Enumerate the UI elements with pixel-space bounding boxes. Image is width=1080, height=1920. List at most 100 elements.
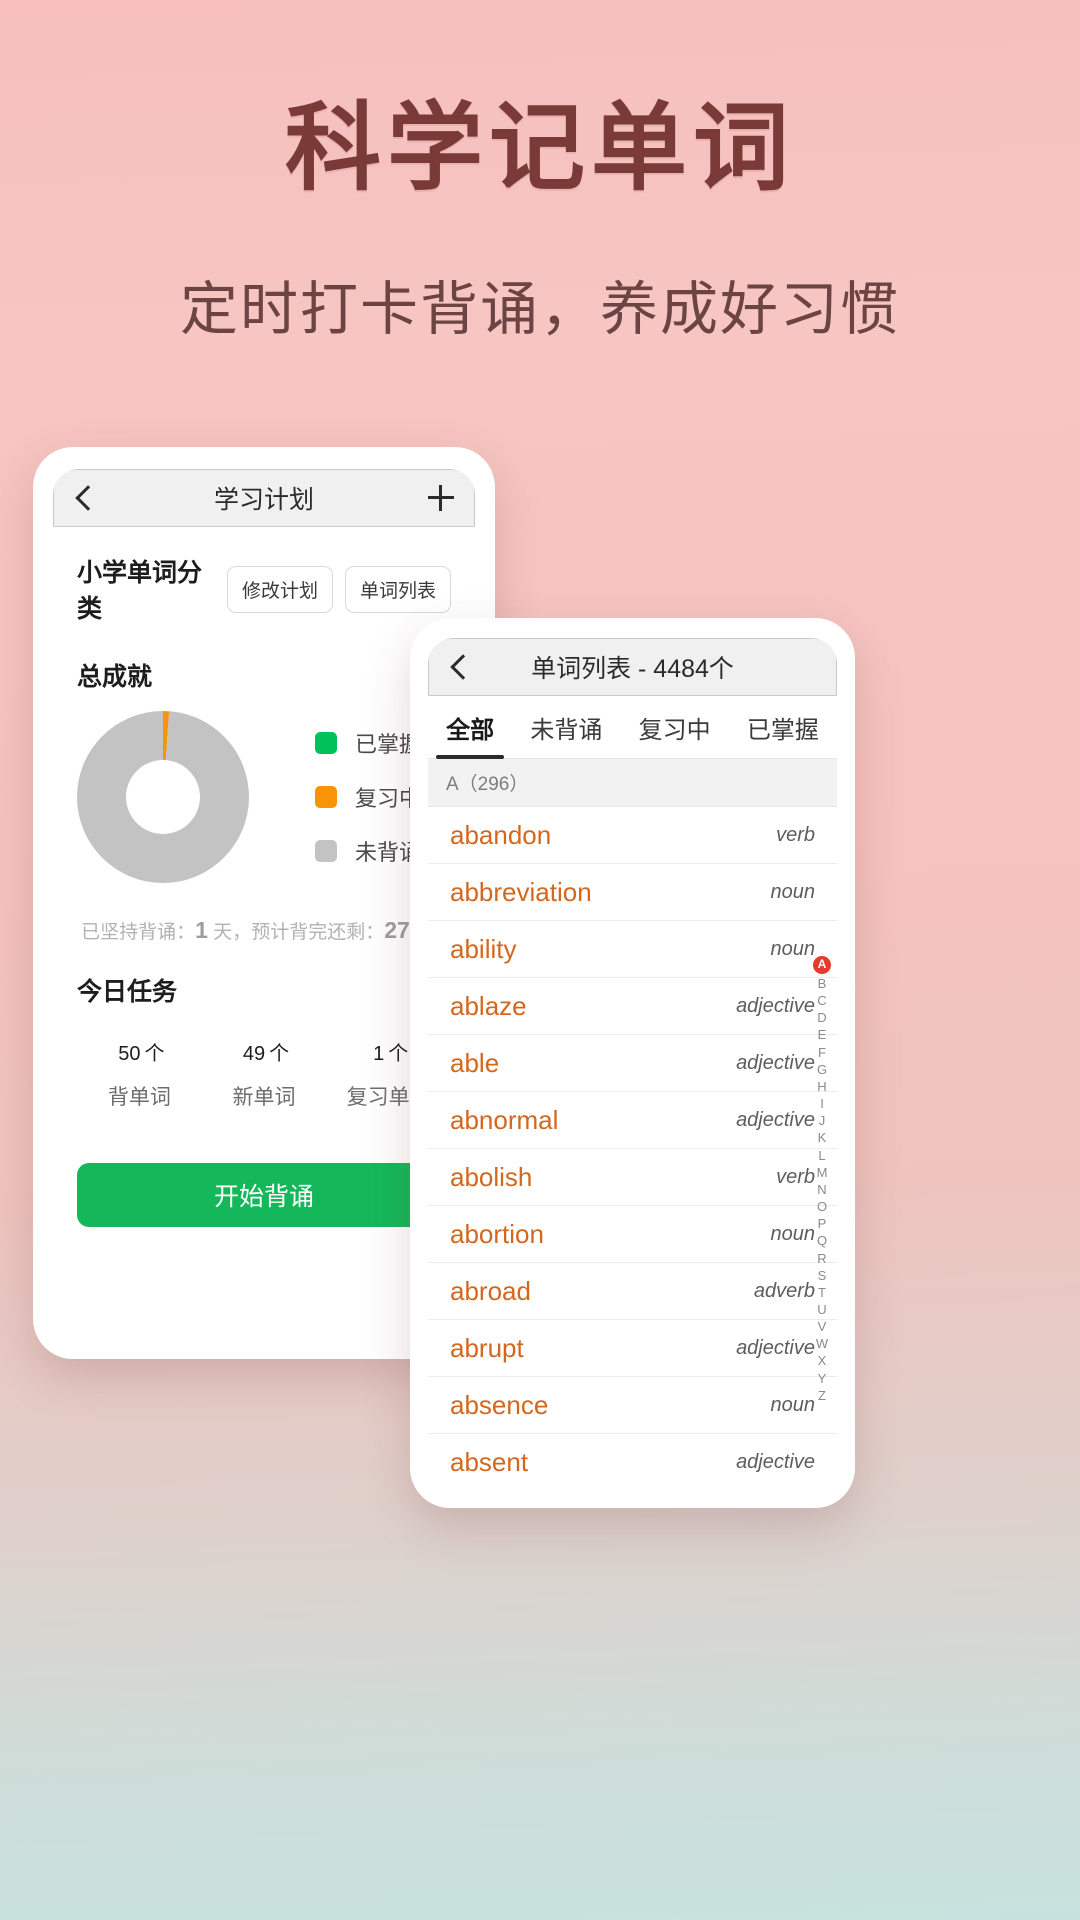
alpha-index-letter[interactable]: I: [820, 1095, 824, 1112]
list-item[interactable]: abroad adverb: [428, 1263, 837, 1320]
today-task-title: 今日任务: [77, 978, 178, 1006]
task-unit-review: 个: [388, 1043, 409, 1065]
tab-all[interactable]: 全部: [436, 710, 505, 759]
alpha-index-letter[interactable]: A: [813, 956, 831, 974]
alpha-index-letter[interactable]: T: [818, 1284, 826, 1301]
word-pos: noun: [770, 1393, 816, 1416]
word-text: abolish: [450, 1161, 533, 1192]
alpha-index-letter[interactable]: Y: [818, 1370, 827, 1387]
word-text: abbreviation: [450, 876, 592, 907]
word-pos: verb: [776, 823, 815, 846]
progress-donut-chart: [77, 711, 249, 883]
alpha-index-letter[interactable]: E: [818, 1026, 827, 1043]
task-number-recite: 50 个: [77, 1030, 202, 1069]
word-text: ablaze: [450, 990, 527, 1021]
edit-plan-button[interactable]: 修改计划: [226, 565, 333, 613]
word-text: abrupt: [450, 1332, 524, 1363]
list-item[interactable]: able adjective: [428, 1035, 837, 1092]
task-unit-recite: 个: [144, 1043, 165, 1065]
group-header: A（296）: [428, 759, 837, 807]
alpha-index-letter[interactable]: X: [818, 1352, 827, 1369]
task-unit-new: 个: [269, 1043, 290, 1065]
alpha-index-letter[interactable]: C: [817, 992, 826, 1009]
alpha-index-letter[interactable]: V: [818, 1318, 827, 1335]
task-item-recite: 50 个 背单词: [77, 1030, 202, 1111]
list-item[interactable]: ability noun: [428, 921, 837, 978]
alpha-index-letter[interactable]: J: [819, 1112, 826, 1129]
page-title: 科学记单词: [285, 95, 795, 202]
alpha-index-letter[interactable]: F: [818, 1044, 826, 1061]
phone-mockup-right: 单词列表 - 4484个 全部 未背诵 复习中 已掌握 A（296） aband…: [410, 618, 855, 1508]
persistence-text: 已坚持背诵：1 天，预计背完还剩：270 天: [77, 917, 451, 944]
persist-days: 1: [195, 917, 208, 943]
plan-actions: 修改计划 单词列表: [226, 565, 451, 613]
word-pos: adjective: [736, 1450, 815, 1473]
task-label-recite: 背单词: [107, 1086, 171, 1109]
alpha-index-letter[interactable]: D: [817, 1009, 826, 1026]
alpha-index-letter[interactable]: S: [818, 1267, 827, 1284]
word-pos: noun: [770, 1222, 816, 1245]
list-item[interactable]: ablaze adjective: [428, 978, 837, 1035]
persist-prefix: 已坚持背诵：: [81, 922, 196, 943]
alpha-index-letter[interactable]: Q: [817, 1232, 827, 1249]
alpha-index-letter[interactable]: G: [817, 1061, 827, 1078]
word-list-button[interactable]: 单词列表: [344, 565, 451, 613]
task-number-new: 49 个: [202, 1030, 327, 1069]
left-navbar: 学习计划: [53, 469, 475, 527]
plus-icon[interactable]: [428, 485, 454, 511]
achievement-section: 已掌握： 0 复习中： 50 未背诵： 4434: [77, 711, 475, 883]
list-item[interactable]: absence noun: [428, 1377, 837, 1434]
alpha-index-letter[interactable]: N: [817, 1181, 826, 1198]
list-item[interactable]: abandon verb: [428, 807, 837, 864]
hero-section: 科学记单词 定时打卡背诵，养成好习惯: [0, 0, 1080, 346]
chevron-left-icon[interactable]: [72, 486, 96, 510]
alpha-index-letter[interactable]: K: [818, 1129, 827, 1146]
word-text: abnormal: [450, 1104, 559, 1135]
alpha-index-letter[interactable]: R: [817, 1250, 826, 1267]
word-pos: adjective: [736, 1108, 815, 1131]
page-subtitle: 定时打卡背诵，养成好习惯: [179, 276, 900, 342]
chevron-left-icon[interactable]: [447, 655, 471, 679]
alpha-index-letter[interactable]: L: [818, 1147, 825, 1164]
alpha-index-letter[interactable]: Z: [818, 1387, 826, 1404]
swatch-orange: [315, 786, 337, 808]
category-title: 小学单词分类: [77, 559, 203, 623]
alpha-index-letter[interactable]: U: [817, 1301, 826, 1318]
word-pos: adverb: [753, 1279, 815, 1302]
alpha-index-letter[interactable]: W: [816, 1335, 828, 1352]
list-item[interactable]: absent adjective: [428, 1434, 837, 1488]
task-value-review: 1: [373, 1043, 385, 1065]
tab-mastered[interactable]: 已掌握: [741, 710, 825, 745]
alpha-index-letter[interactable]: O: [817, 1198, 827, 1215]
task-label-new: 新单词: [232, 1086, 296, 1109]
list-item[interactable]: abolish verb: [428, 1149, 837, 1206]
swatch-gray: [315, 840, 337, 862]
word-filter-tabs: 全部 未背诵 复习中 已掌握: [428, 696, 837, 759]
word-text: absent: [450, 1446, 529, 1477]
list-item[interactable]: abortion noun: [428, 1206, 837, 1263]
alphabet-index-scrollbar[interactable]: ABCDEFGHIJKLMNOPQRSTUVWXYZ: [813, 956, 831, 1404]
word-text: able: [450, 1047, 500, 1078]
list-item[interactable]: abnormal adjective: [428, 1092, 837, 1149]
list-item[interactable]: abrupt adjective: [428, 1320, 837, 1377]
word-text: abandon: [450, 819, 552, 850]
start-recite-button[interactable]: 开始背诵: [77, 1163, 451, 1227]
word-pos: verb: [776, 1165, 815, 1188]
word-list: abandon verb abbreviation noun ability noun…: [428, 807, 837, 1488]
category-row: 小学单词分类 修改计划 单词列表: [77, 553, 451, 625]
alpha-index-letter[interactable]: P: [818, 1215, 827, 1232]
left-nav-title: 学习计划: [213, 486, 314, 514]
tab-unlearned[interactable]: 未背诵: [524, 710, 608, 745]
word-pos: adjective: [736, 1336, 815, 1359]
task-value-recite: 50: [118, 1043, 141, 1065]
alpha-index-letter[interactable]: B: [818, 975, 827, 992]
word-text: absence: [450, 1389, 549, 1420]
persist-mid: 天，预计背完还剩：: [213, 922, 385, 943]
tab-reviewing[interactable]: 复习中: [633, 710, 717, 745]
today-task-row: 50 个 背单词 49 个 新单词 1个 复习单词: [77, 1030, 451, 1111]
task-item-new: 49 个 新单词: [202, 1030, 327, 1111]
word-pos: adjective: [736, 1051, 815, 1074]
alpha-index-letter[interactable]: H: [817, 1078, 826, 1095]
list-item[interactable]: abbreviation noun: [428, 864, 837, 921]
alpha-index-letter[interactable]: M: [817, 1164, 828, 1181]
